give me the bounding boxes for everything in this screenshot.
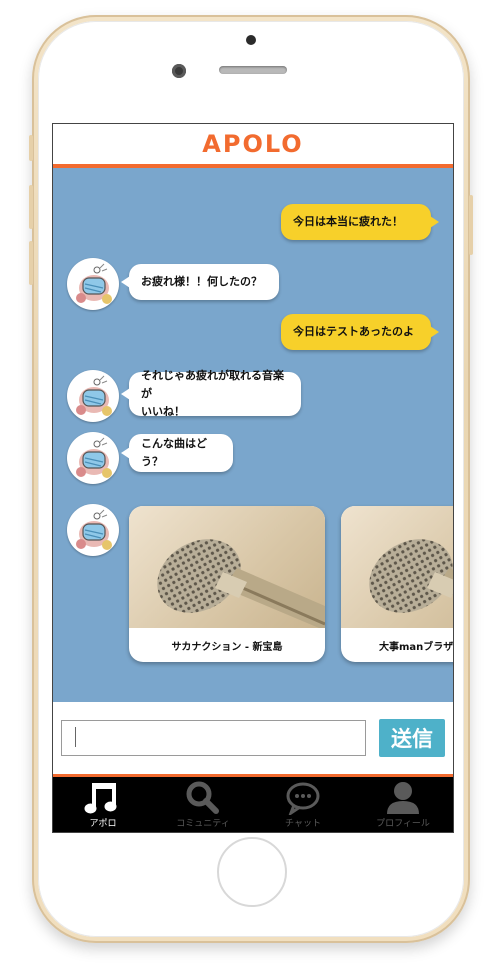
astronaut-avatar-icon bbox=[68, 371, 118, 421]
astronaut-avatar-icon bbox=[68, 505, 118, 555]
song-card[interactable]: 大事manブラザ bbox=[341, 506, 454, 662]
received-message: お疲れ様！！何したの？ bbox=[121, 264, 279, 300]
tab-label: プロフィール bbox=[376, 819, 430, 829]
tab-chat[interactable]: チャット bbox=[253, 777, 353, 832]
message-text: 今日はテストあったのよ bbox=[293, 325, 414, 338]
tab-profile[interactable]: プロフィール bbox=[353, 777, 453, 832]
microphone-icon bbox=[369, 539, 453, 613]
volume-up-button bbox=[29, 185, 33, 229]
sent-message: 今日は本当に疲れた！ bbox=[281, 204, 439, 240]
astronaut-avatar-icon bbox=[68, 433, 118, 483]
bot-avatar[interactable] bbox=[67, 258, 119, 310]
send-button[interactable]: 送信 bbox=[379, 719, 445, 757]
chat-area[interactable]: 今日は本当に疲れた！ お疲れ様！！何したの？ 今日はテストあったのよ それじゃあ… bbox=[53, 168, 453, 702]
text-caret bbox=[75, 727, 76, 747]
app-title: APOLO bbox=[202, 130, 304, 158]
app-header: APOLO bbox=[53, 124, 453, 168]
song-card[interactable]: サカナクション - 新宝島 bbox=[129, 506, 325, 662]
song-thumbnail bbox=[129, 506, 325, 628]
bottom-tab-bar: アポロ コミュニティ チャット プロフィール bbox=[53, 774, 453, 832]
bot-avatar[interactable] bbox=[67, 370, 119, 422]
message-text: こんな曲はどう？ bbox=[141, 437, 207, 468]
app-screen: APOLO 今日は本当に疲れた！ お疲れ様！！何したの？ 今日はテストあったのよ… bbox=[52, 123, 454, 833]
tab-apolo[interactable]: アポロ bbox=[53, 777, 153, 832]
proximity-sensor bbox=[172, 64, 186, 78]
microphone-icon bbox=[157, 539, 325, 628]
message-text-line: いいね！ bbox=[141, 405, 185, 418]
search-icon bbox=[185, 780, 221, 816]
chat-bubble-icon bbox=[284, 780, 322, 816]
message-input[interactable] bbox=[61, 720, 366, 756]
message-text-line: それじゃあ疲れが取れる音楽が bbox=[141, 369, 284, 400]
song-title: 大事manブラザ bbox=[379, 641, 454, 653]
astronaut-avatar-icon bbox=[68, 259, 118, 309]
sent-message: 今日はテストあったのよ bbox=[281, 314, 439, 350]
earpiece-speaker bbox=[219, 66, 287, 74]
bot-avatar[interactable] bbox=[67, 504, 119, 556]
song-title: サカナクション - 新宝島 bbox=[171, 641, 283, 653]
tab-label: アポロ bbox=[89, 819, 117, 829]
tab-community[interactable]: コミュニティ bbox=[153, 777, 253, 832]
message-composer: 送信 bbox=[53, 702, 453, 774]
bot-avatar[interactable] bbox=[67, 432, 119, 484]
message-text: お疲れ様！！何したの？ bbox=[141, 275, 262, 288]
power-button bbox=[469, 195, 473, 255]
music-note-icon bbox=[83, 780, 123, 816]
tab-label: チャット bbox=[285, 819, 321, 829]
person-icon bbox=[385, 780, 421, 816]
home-button[interactable] bbox=[217, 837, 287, 907]
received-message: こんな曲はどう？ bbox=[121, 434, 233, 472]
tab-label: コミュニティ bbox=[176, 819, 230, 829]
volume-down-button bbox=[29, 241, 33, 285]
received-message: それじゃあ疲れが取れる音楽が いいね！ bbox=[121, 369, 301, 418]
message-text: 今日は本当に疲れた！ bbox=[293, 215, 403, 228]
song-thumbnail bbox=[341, 506, 453, 628]
mute-switch bbox=[29, 135, 33, 161]
front-camera bbox=[246, 35, 256, 45]
